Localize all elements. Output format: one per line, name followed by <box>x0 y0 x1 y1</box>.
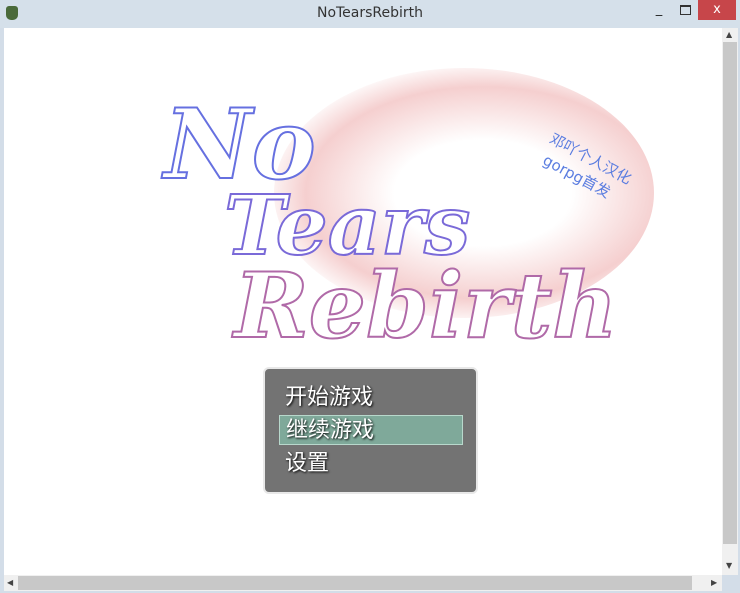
scroll-left-icon[interactable]: ◀ <box>7 578 13 587</box>
horizontal-scroll-thumb[interactable] <box>18 576 692 590</box>
menu-item-continue[interactable]: 继续游戏 <box>279 415 463 445</box>
maximize-button[interactable] <box>674 0 696 20</box>
game-canvas[interactable]: No Tears Rebirth 邓吖个人汉化 gorpg首发 开始游戏 继续游… <box>4 28 722 575</box>
scroll-down-icon[interactable]: ▼ <box>726 561 732 570</box>
minimize-button[interactable]: _ <box>648 2 670 22</box>
vertical-scroll-thumb[interactable] <box>723 42 737 544</box>
vertical-scrollbar[interactable]: ▲ ▼ <box>722 28 738 575</box>
title-menu: 开始游戏 继续游戏 设置 <box>263 367 478 494</box>
horizontal-scrollbar[interactable]: ◀ ▶ <box>4 575 722 591</box>
scroll-up-icon[interactable]: ▲ <box>726 30 732 39</box>
scroll-right-icon[interactable]: ▶ <box>711 578 717 587</box>
close-button[interactable]: x <box>698 0 736 20</box>
menu-item-settings[interactable]: 设置 <box>279 449 463 479</box>
title-bar: NoTearsRebirth _ x <box>0 0 740 28</box>
logo-line-3: Rebirth <box>233 252 619 360</box>
window-title: NoTearsRebirth <box>316 5 424 21</box>
maximize-icon <box>679 5 691 15</box>
menu-item-new-game[interactable]: 开始游戏 <box>279 383 463 413</box>
